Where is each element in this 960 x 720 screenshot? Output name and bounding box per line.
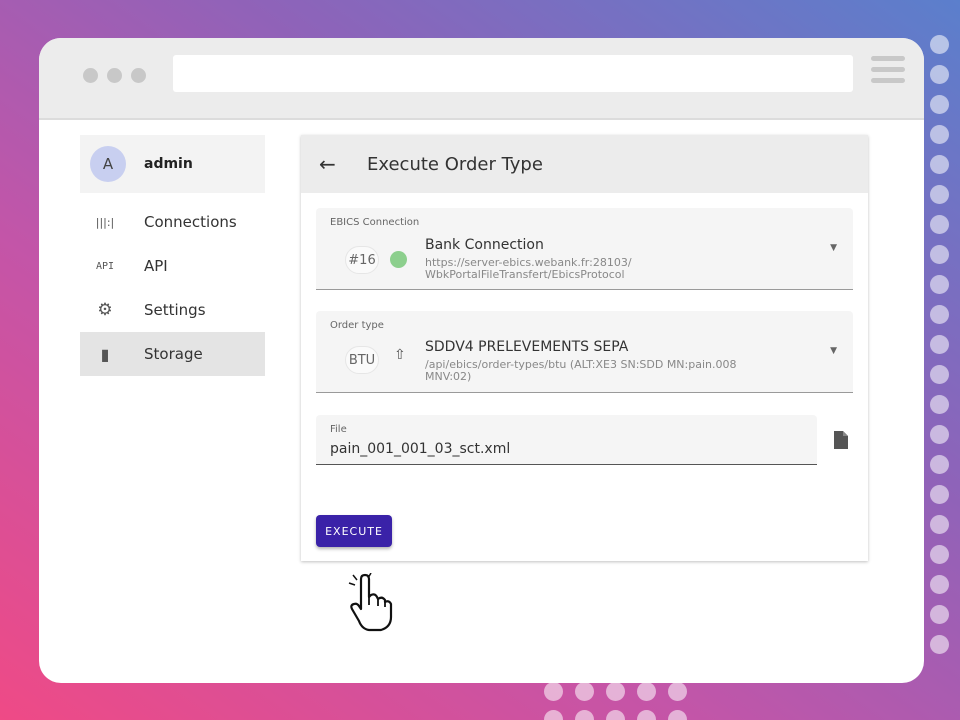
connection-url-line2: WbkPortalFileTransfert/EbicsProtocol <box>425 268 625 281</box>
user-profile[interactable]: A admin <box>80 135 265 193</box>
browser-window: A admin |||:| Connections API API ⚙ Sett… <box>39 38 924 683</box>
execute-button[interactable]: EXECUTE <box>316 515 392 547</box>
decorative-dot <box>930 455 949 474</box>
sidebar-item-label: Connections <box>144 213 237 231</box>
connections-icon: |||:| <box>95 215 115 229</box>
window-dot-icon <box>131 68 146 83</box>
decorative-dot <box>930 245 949 264</box>
decorative-dot <box>637 682 656 701</box>
page-title: Execute Order Type <box>367 153 543 175</box>
sidebar-item-storage[interactable]: ▮ Storage <box>80 332 265 376</box>
decorative-dot <box>930 365 949 384</box>
decorative-dot <box>930 95 949 114</box>
decorative-dot <box>930 545 949 564</box>
decorative-dot <box>930 335 949 354</box>
browser-titlebar <box>39 38 924 120</box>
dropdown-caret-icon[interactable]: ▼ <box>830 346 837 356</box>
decorative-dot <box>930 575 949 594</box>
field-label: Order type <box>330 320 384 331</box>
username: admin <box>144 156 193 172</box>
api-icon: API <box>95 260 115 272</box>
decorative-dot <box>930 275 949 294</box>
decorative-dot <box>930 605 949 624</box>
pointer-hand-icon <box>348 573 393 632</box>
decorative-dot <box>930 395 949 414</box>
field-label: File <box>330 424 347 435</box>
decorative-dot <box>930 425 949 444</box>
address-bar[interactable] <box>173 55 853 92</box>
order-type-badge: BTU <box>345 346 379 374</box>
decorative-dot <box>930 215 949 234</box>
gear-icon: ⚙ <box>97 300 113 320</box>
sidebar-item-label: API <box>144 257 168 275</box>
decorative-dot <box>575 682 594 701</box>
order-type-name: SDDV4 PRELEVEMENTS SEPA <box>425 339 629 355</box>
avatar: A <box>90 146 126 182</box>
field-label: EBICS Connection <box>330 217 420 228</box>
decorative-dot <box>544 710 563 720</box>
connection-name: Bank Connection <box>425 237 544 253</box>
file-name-value: pain_001_001_03_sct.xml <box>330 441 511 457</box>
decorative-dot <box>668 682 687 701</box>
decorative-dot <box>930 125 949 144</box>
window-dot-icon <box>107 68 122 83</box>
upload-arrow-icon: ⇧ <box>394 347 406 363</box>
sidebar: A admin |||:| Connections API API ⚙ Sett… <box>80 135 265 376</box>
sidebar-item-label: Settings <box>144 301 206 319</box>
sidebar-item-settings[interactable]: ⚙ Settings <box>80 288 265 332</box>
execute-order-panel: ← Execute Order Type EBICS Connection #1… <box>301 135 868 561</box>
decorative-dot <box>637 710 656 720</box>
decorative-dot <box>544 682 563 701</box>
ebics-connection-select[interactable]: EBICS Connection #16 Bank Connection htt… <box>316 208 853 290</box>
sidebar-item-api[interactable]: API API <box>80 244 265 288</box>
dropdown-caret-icon[interactable]: ▼ <box>830 243 837 253</box>
sidebar-item-label: Storage <box>144 345 203 363</box>
order-type-select[interactable]: Order type BTU ⇧ SDDV4 PRELEVEMENTS SEPA… <box>316 311 853 393</box>
panel-header: ← Execute Order Type <box>301 135 868 193</box>
decorative-dot <box>930 305 949 324</box>
decorative-dot <box>930 635 949 654</box>
hamburger-menu-icon[interactable] <box>871 56 905 90</box>
decorative-dot <box>575 710 594 720</box>
file-input[interactable]: File pain_001_001_03_sct.xml <box>316 415 817 465</box>
decorative-dot <box>930 155 949 174</box>
order-type-path-line1: /api/ebics/order-types/btu (ALT:XE3 SN:S… <box>425 358 737 371</box>
decorative-dot <box>930 515 949 534</box>
connection-id-badge: #16 <box>345 246 379 274</box>
order-type-path-line2: MNV:02) <box>425 370 472 383</box>
file-icon[interactable] <box>833 431 849 449</box>
sd-card-icon: ▮ <box>100 344 110 364</box>
decorative-dot <box>606 710 625 720</box>
decorative-dot <box>930 185 949 204</box>
status-dot-icon <box>390 251 407 268</box>
decorative-dot <box>606 682 625 701</box>
sidebar-item-connections[interactable]: |||:| Connections <box>80 200 265 244</box>
decorative-dot <box>930 485 949 504</box>
window-dot-icon <box>83 68 98 83</box>
back-arrow-icon[interactable]: ← <box>319 152 339 176</box>
decorative-dot <box>930 65 949 84</box>
decorative-dot <box>668 710 687 720</box>
decorative-dot <box>930 35 949 54</box>
